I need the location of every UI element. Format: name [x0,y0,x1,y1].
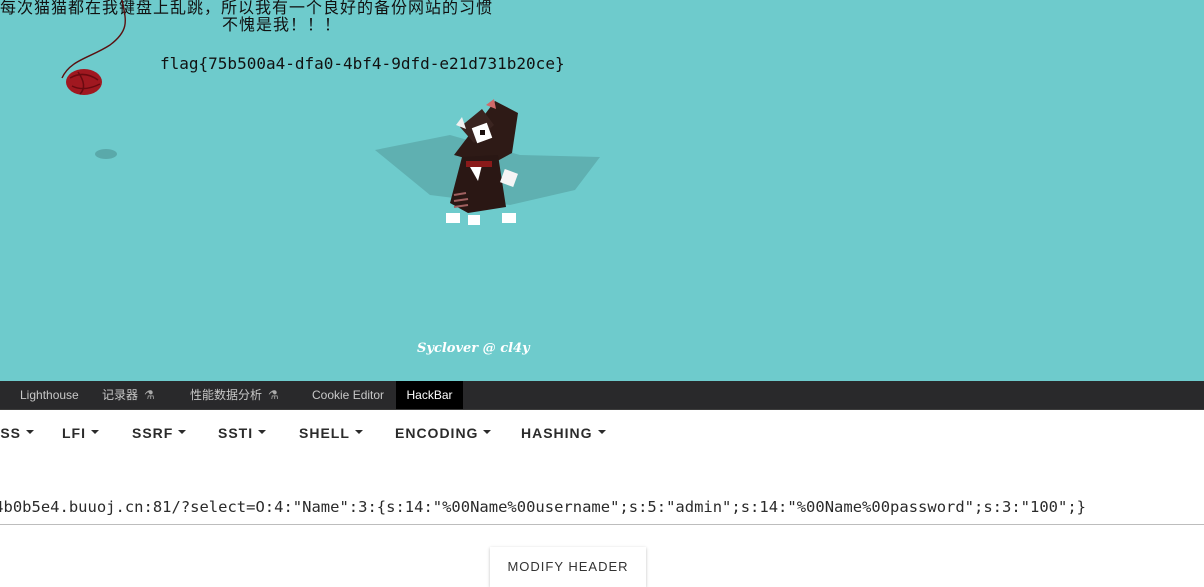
menu-ssti[interactable]: SSTI [218,425,267,441]
caption-text-line-2: 不愧是我！！！ [222,15,342,34]
credit-text: Syclover @ cl4y [417,341,530,356]
caret-down-icon [258,430,267,435]
tab-label: Lighthouse [20,388,79,402]
tab-label: HackBar [406,388,453,402]
menu-encoding[interactable]: ENCODING [395,425,492,441]
devtools-tab-bar: Lighthouse 记录器 ⚗ 性能数据分析 ⚗ Cookie Editor Ha… [0,381,1204,410]
caret-down-icon [354,430,363,435]
menu-label: ENCODING [395,425,479,441]
menu-label: HASHING [521,425,593,441]
tab-label: Cookie Editor [312,388,385,402]
yarn-ball-image [61,0,126,159]
tab-label: 性能数据分析 [190,388,263,402]
tab-recorder[interactable]: 记录器 ⚗ [92,381,165,409]
menu-label: SHELL [299,425,350,441]
menu-lfi[interactable]: LFI [62,425,99,441]
caret-down-icon [26,430,35,435]
tab-label: 记录器 [102,388,139,402]
hackbar-menu-bar: XSS LFI SSRF SSTI SHELL ENCODING HASHING [0,410,1204,456]
tab-cookie-editor[interactable]: Cookie Editor [302,381,394,409]
menu-label: SSTI [218,425,254,441]
caret-down-icon [91,430,99,435]
caret-down-icon [483,430,492,435]
flask-icon: ⚗ [268,388,279,402]
tab-performance-insights[interactable]: 性能数据分析 ⚗ [180,381,289,409]
flask-icon: ⚗ [144,388,155,402]
web-page-viewport: 每次猫猫都在我键盘上乱跳，所以我有一个良好的备份网站的习惯 不愧是我！！！ fl… [0,0,1204,381]
menu-hashing[interactable]: HASHING [521,425,606,441]
tab-lighthouse[interactable]: Lighthouse [10,381,89,409]
menu-label: LFI [62,425,86,441]
url-input[interactable]: http://61b48e5c-92e0-4adb-85b1-5fa5c4b0b… [0,494,1204,525]
modify-header-button[interactable]: MODIFY HEADER [490,547,646,587]
hackbar-panel: XSS LFI SSRF SSTI SHELL ENCODING HASHING… [0,410,1204,587]
menu-xss[interactable]: XSS [0,425,35,441]
caret-down-icon [597,430,606,435]
menu-ssrf[interactable]: SSRF [132,425,187,441]
caret-down-icon [178,430,187,435]
flag-text: flag{75b500a4-dfa0-4bf4-9dfd-e21d731b20c… [160,54,565,73]
menu-label: SSRF [132,425,174,441]
tab-hackbar[interactable]: HackBar [396,381,463,409]
menu-shell[interactable]: SHELL [299,425,363,441]
cat-figure-image [375,99,600,225]
menu-label: XSS [0,425,22,441]
